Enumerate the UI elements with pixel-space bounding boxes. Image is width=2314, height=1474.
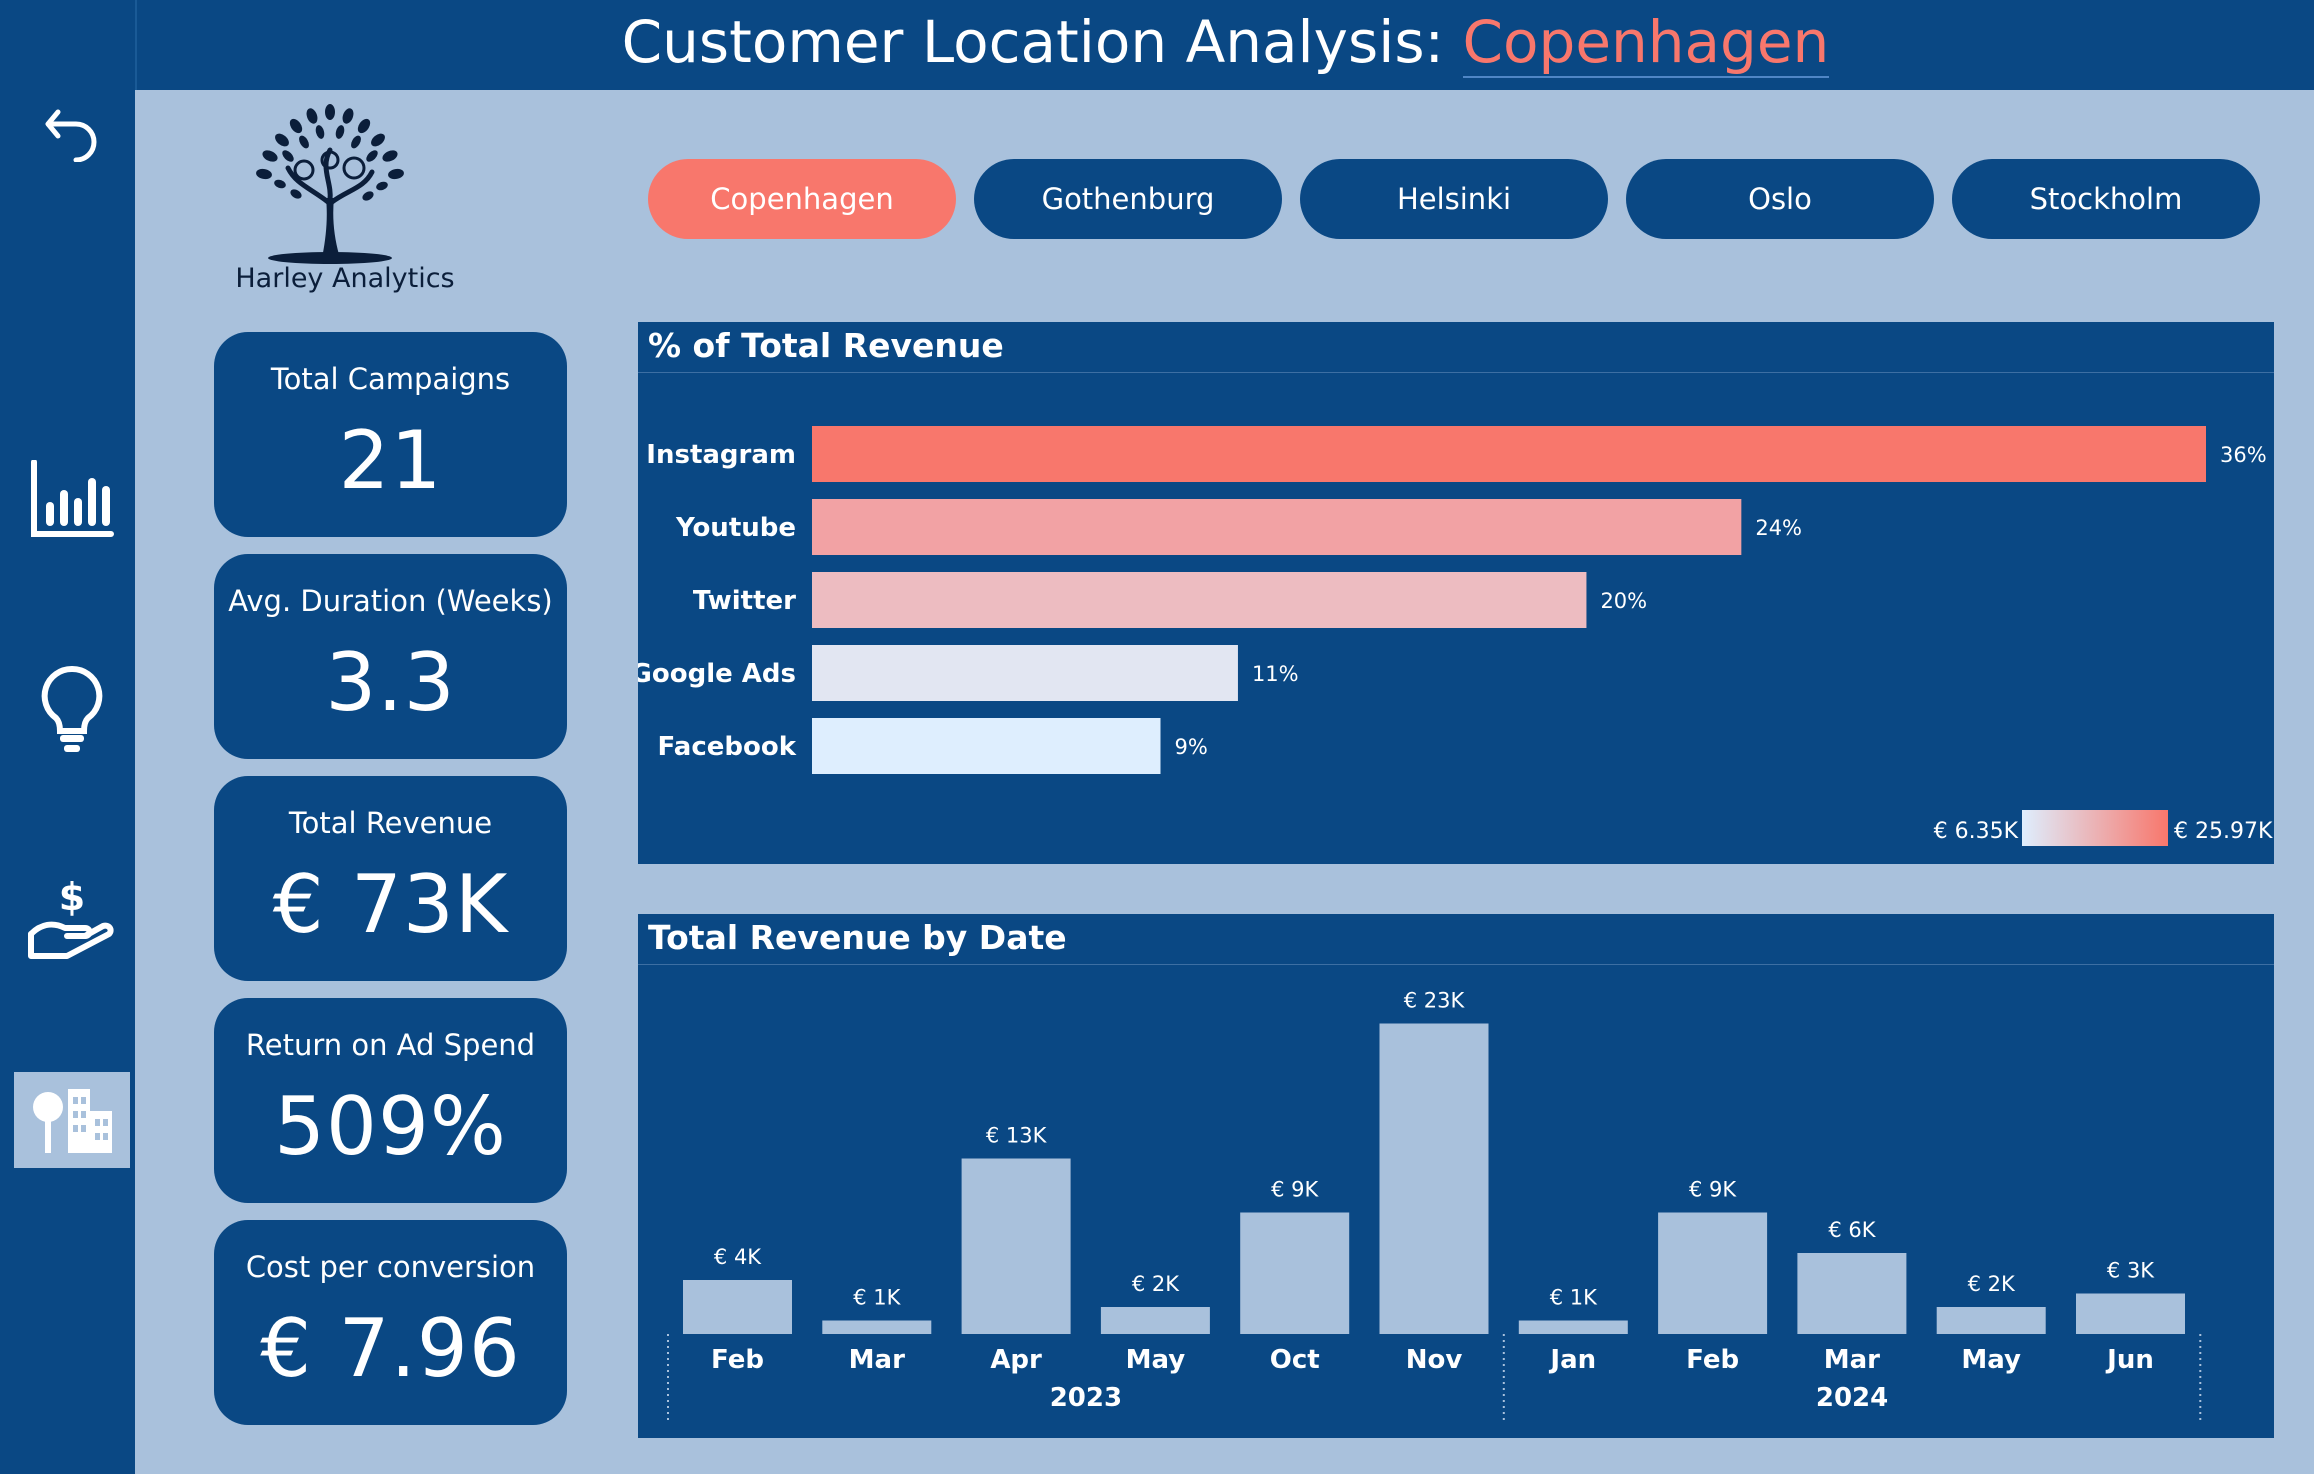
data-label: € 1K — [853, 1286, 901, 1310]
column-bar[interactable] — [1518, 1320, 1628, 1335]
city-button-helsinki[interactable]: Helsinki — [1300, 159, 1608, 239]
x-tick-label: Feb — [711, 1345, 764, 1375]
kpi-total-campaigns: Total Campaigns 21 — [214, 332, 567, 537]
svg-text:$: $ — [59, 876, 85, 919]
data-label: € 6K — [1828, 1218, 1876, 1242]
city-button-copenhagen[interactable]: Copenhagen — [648, 159, 956, 239]
title-prefix: Customer Location Analysis: — [621, 8, 1463, 76]
x-tick-label: Mar — [1824, 1345, 1880, 1375]
nav-location-button[interactable] — [14, 1072, 130, 1168]
kpi-label: Avg. Duration (Weeks) — [228, 584, 553, 618]
title-bar: Customer Location Analysis: Copenhagen — [135, 0, 2314, 90]
color-scale-min-label: € 6.35K — [1934, 819, 2019, 844]
column-bar[interactable] — [683, 1280, 792, 1334]
x-tick-label: Mar — [849, 1345, 905, 1375]
bar-chart-icon — [31, 460, 114, 537]
data-label: € 23K — [1404, 989, 1466, 1013]
column-bar[interactable] — [1379, 1023, 1489, 1335]
data-label: € 9K — [1689, 1178, 1737, 1202]
nav-insights-button[interactable] — [14, 662, 130, 758]
category-label: Facebook — [658, 732, 797, 762]
bar-instagram[interactable] — [812, 426, 2206, 482]
hand-dollar-icon: $ — [28, 876, 114, 959]
column-bar[interactable] — [2076, 1293, 2185, 1335]
back-button[interactable] — [14, 82, 130, 178]
kpi-cost-per-conversion: Cost per conversion € 7.96 — [214, 1220, 567, 1425]
column-bar[interactable] — [1100, 1307, 1210, 1334]
kpi-label: Total Campaigns — [270, 362, 511, 396]
data-label: € 2K — [1968, 1272, 2016, 1296]
color-scale-gradient — [2022, 810, 2168, 846]
x-tick-label: Apr — [990, 1345, 1042, 1375]
category-label: Instagram — [646, 440, 796, 470]
page-title: Customer Location Analysis: Copenhagen — [137, 8, 2314, 78]
nav-sidebar: $ — [0, 0, 135, 1474]
x-group-label: 2024 — [1816, 1383, 1888, 1413]
x-tick-label: May — [1126, 1345, 1186, 1375]
data-label: 11% — [1252, 662, 1299, 686]
kpi-roas: Return on Ad Spend 509% — [214, 998, 567, 1203]
column-bar[interactable] — [1240, 1212, 1350, 1335]
city-button-stockholm[interactable]: Stockholm — [1952, 159, 2260, 239]
revenue-share-panel: % of Total Revenue Instagram 36% Youtube 24… — [638, 322, 2274, 864]
kpi-value: € 7.96 — [260, 1302, 521, 1395]
kpi-total-revenue: Total Revenue € 73K — [214, 776, 567, 981]
kpi-label: Return on Ad Spend — [245, 1028, 536, 1062]
x-tick-label: Jan — [1548, 1345, 1596, 1375]
data-label: € 4K — [714, 1245, 762, 1269]
logo-text: Harley Analytics — [235, 263, 455, 294]
data-label: € 1K — [1550, 1286, 1598, 1310]
kpi-value: 21 — [338, 414, 443, 507]
nav-revenue-button[interactable]: $ — [14, 870, 130, 966]
data-label: € 13K — [986, 1124, 1048, 1148]
bar-twitter[interactable] — [812, 572, 1587, 628]
data-label: 36% — [2220, 443, 2267, 467]
bar-youtube[interactable] — [812, 499, 1742, 555]
category-label: Twitter — [693, 586, 796, 616]
x-tick-label: Jun — [2105, 1345, 2154, 1375]
tree-logo-icon — [256, 104, 404, 264]
city-button-oslo[interactable]: Oslo — [1626, 159, 1934, 239]
kpi-value: € 73K — [272, 858, 509, 951]
lightbulb-icon — [41, 665, 103, 752]
category-label: Google Ads — [638, 659, 796, 689]
kpi-avg-duration: Avg. Duration (Weeks) 3.3 — [214, 554, 567, 759]
kpi-value: 3.3 — [325, 636, 456, 729]
kpi-label: Total Revenue — [288, 806, 493, 840]
data-label: 20% — [1600, 589, 1647, 613]
nav-overview-button[interactable] — [14, 452, 130, 548]
back-arrow-icon — [45, 109, 97, 162]
data-label: € 3K — [2107, 1259, 2155, 1283]
city-button-gothenburg[interactable]: Gothenburg — [974, 159, 1282, 239]
color-scale-max-label: € 25.97K — [2174, 819, 2273, 844]
bar-facebook[interactable] — [812, 718, 1161, 774]
data-label: 9% — [1175, 735, 1208, 759]
x-tick-label: Nov — [1406, 1345, 1463, 1375]
company-logo: Harley Analytics — [230, 98, 460, 298]
column-bar[interactable] — [1797, 1253, 1907, 1334]
title-city: Copenhagen — [1462, 8, 1830, 78]
data-label: € 2K — [1132, 1272, 1180, 1296]
category-label: Youtube — [675, 513, 796, 543]
x-tick-label: Oct — [1270, 1345, 1320, 1375]
column-bar[interactable] — [1936, 1307, 2046, 1334]
column-bar[interactable] — [961, 1158, 1071, 1335]
revenue-by-date-panel: Total Revenue by Date € 4K Feb € 1K Mar € 13… — [638, 914, 2274, 1438]
city-buildings-icon — [33, 1089, 112, 1153]
x-tick-label: Feb — [1686, 1345, 1739, 1375]
data-label: 24% — [1755, 516, 1802, 540]
x-group-label: 2023 — [1050, 1383, 1122, 1413]
kpi-label: Cost per conversion — [245, 1250, 536, 1284]
column-bar[interactable] — [1658, 1212, 1768, 1335]
kpi-value: 509% — [274, 1080, 507, 1173]
bar-google-ads[interactable] — [812, 645, 1238, 701]
x-tick-label: May — [1961, 1345, 2021, 1375]
data-label: € 9K — [1271, 1178, 1319, 1202]
revenue-by-date-chart: € 4K Feb € 1K Mar € 13K Apr € 2K May € 9K Oct € 23… — [667, 989, 2202, 1422]
revenue-share-chart: Instagram 36% Youtube 24% Twitter 20% Google A… — [638, 426, 2273, 846]
column-bar[interactable] — [822, 1320, 932, 1335]
